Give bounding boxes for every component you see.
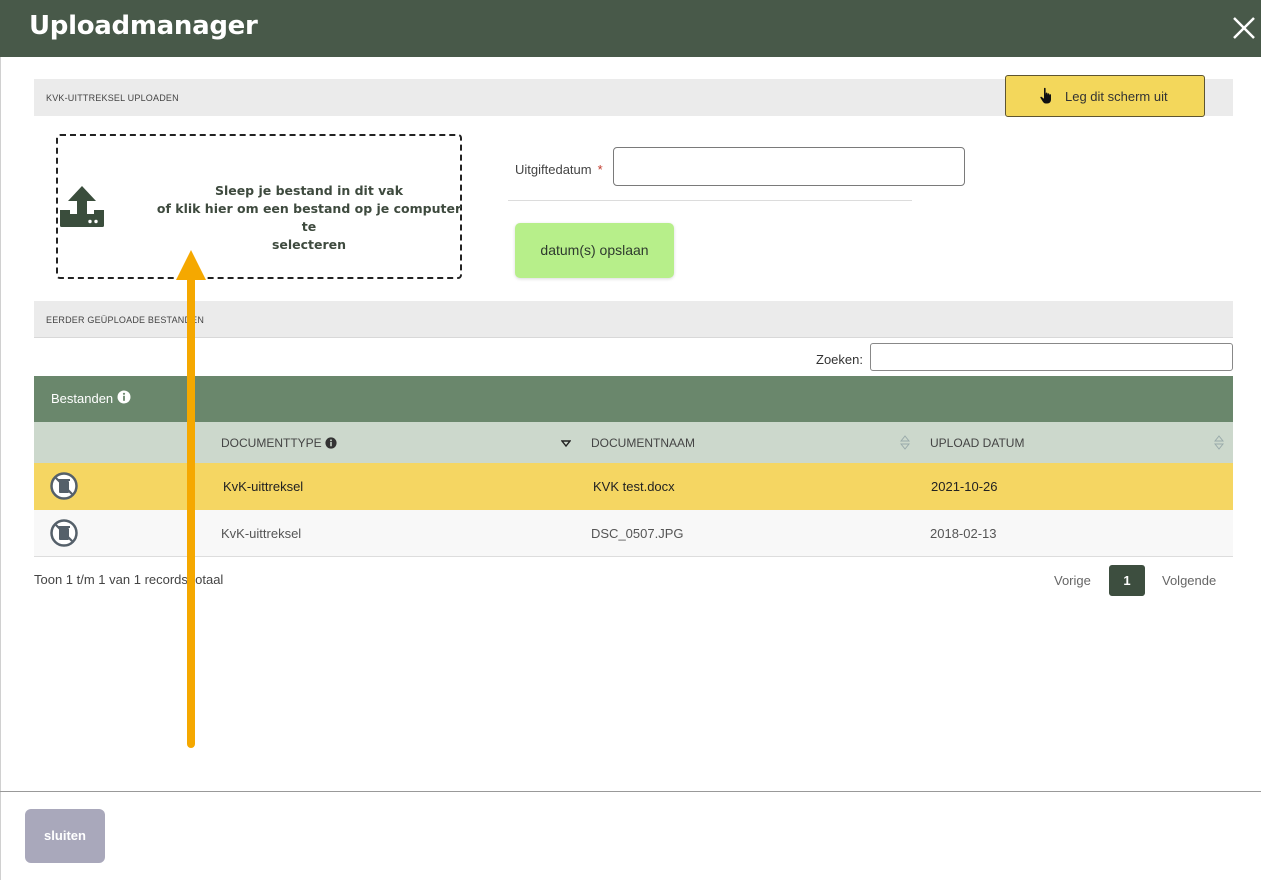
footer-divider bbox=[0, 791, 1261, 792]
divider bbox=[508, 200, 912, 201]
row-documenttype: KvK-uittreksel bbox=[221, 526, 302, 541]
row-upload-datum: 2018-02-13 bbox=[930, 526, 997, 541]
upload-icon bbox=[60, 186, 104, 227]
upload-section-title: KVK-uittreksel uploaden bbox=[46, 93, 179, 103]
col-upload-datum[interactable]: UPLOAD DATUM bbox=[930, 436, 1024, 450]
explain-button-label: Leg dit scherm uit bbox=[1065, 89, 1168, 104]
pagination-current-page[interactable]: 1 bbox=[1109, 565, 1145, 596]
row-documenttype: KvK-uittreksel bbox=[223, 479, 304, 494]
sort-icon[interactable] bbox=[900, 435, 910, 450]
issue-date-input[interactable] bbox=[613, 147, 965, 186]
sort-desc-icon[interactable] bbox=[561, 440, 571, 448]
dropzone-instruction-line: of klik hier om een bestand op je comput… bbox=[156, 201, 462, 234]
issue-date-label-text: Uitgiftedatum bbox=[515, 162, 592, 177]
dialog-title: Uploadmanager bbox=[29, 11, 258, 41]
explain-screen-button[interactable]: Leg dit scherm uit bbox=[1005, 75, 1205, 117]
pagination-previous[interactable]: Vorige bbox=[1054, 573, 1091, 588]
files-table-title: Bestanden bbox=[51, 391, 114, 406]
delete-icon[interactable] bbox=[49, 518, 79, 548]
info-icon[interactable] bbox=[325, 437, 337, 449]
issue-date-label: Uitgiftedatum * bbox=[515, 162, 603, 177]
annotation-arrow-icon bbox=[176, 250, 206, 748]
required-marker: * bbox=[597, 162, 603, 177]
close-button[interactable]: sluiten bbox=[25, 809, 105, 863]
file-dropzone[interactable]: Sleep je bestand in dit vak of klik hier … bbox=[56, 134, 462, 279]
row-documentnaam: DSC_0507.JPG bbox=[591, 526, 684, 541]
dropzone-instruction-line: Sleep je bestand in dit vak bbox=[214, 183, 404, 198]
close-icon[interactable] bbox=[1229, 13, 1259, 43]
hand-pointer-icon bbox=[1040, 87, 1051, 104]
dialog-border bbox=[0, 57, 1, 880]
search-label: Zoeken: bbox=[816, 352, 863, 367]
sort-icon[interactable] bbox=[1214, 435, 1224, 450]
save-dates-button[interactable]: datum(s) opslaan bbox=[515, 223, 674, 278]
pagination-next[interactable]: Volgende bbox=[1162, 573, 1216, 588]
search-input[interactable] bbox=[870, 343, 1233, 371]
info-icon[interactable] bbox=[117, 390, 131, 404]
row-documentnaam: KVK test.docx bbox=[593, 479, 675, 494]
delete-icon[interactable] bbox=[49, 471, 79, 501]
col-documenttype-label: DOCUMENTTYPE bbox=[221, 436, 322, 450]
dropzone-instructions: Sleep je bestand in dit vak of klik hier … bbox=[154, 182, 464, 254]
row-upload-datum: 2021-10-26 bbox=[931, 479, 998, 494]
dialog-header: Uploadmanager bbox=[0, 0, 1261, 57]
col-documenttype[interactable]: DOCUMENTTYPE bbox=[221, 436, 337, 450]
col-documentnaam[interactable]: DOCUMENTNAAM bbox=[591, 436, 695, 450]
